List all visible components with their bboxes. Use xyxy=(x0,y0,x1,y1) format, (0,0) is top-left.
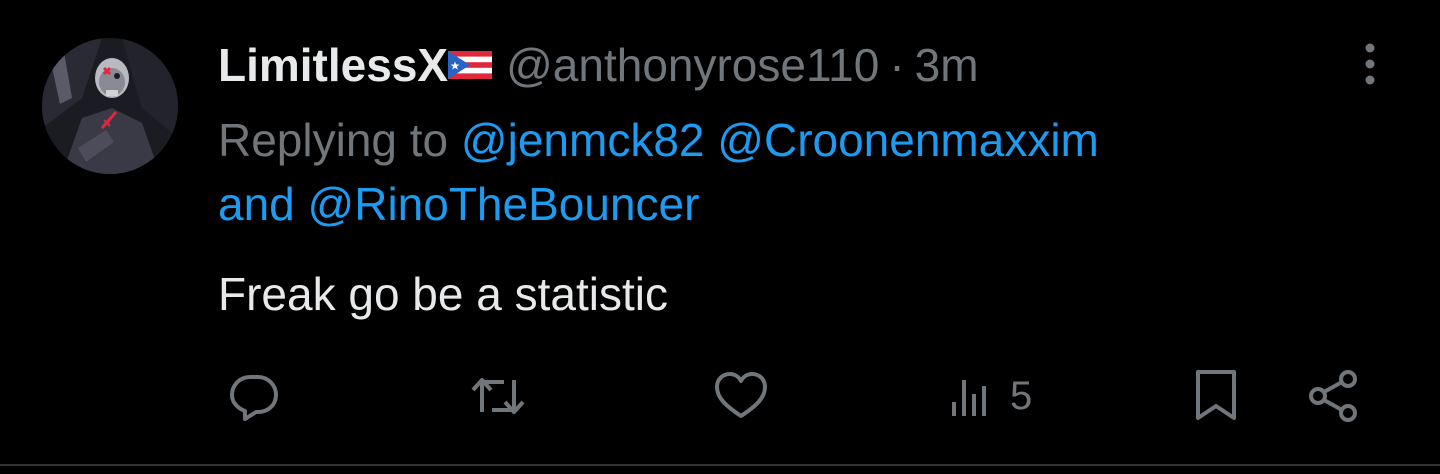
share-icon xyxy=(1304,368,1364,424)
display-name[interactable]: LimitlessX xyxy=(218,36,448,94)
reply-icon xyxy=(226,368,282,424)
retweet-button[interactable] xyxy=(468,368,528,424)
heart-icon xyxy=(712,368,770,424)
divider xyxy=(0,464,1440,466)
puerto-rico-flag-icon xyxy=(448,43,493,87)
retweet-icon xyxy=(468,368,528,424)
avatar[interactable] xyxy=(42,38,178,174)
bookmark-button[interactable] xyxy=(1192,368,1240,424)
bookmark-icon xyxy=(1192,368,1240,424)
views-icon xyxy=(950,368,998,424)
user-handle[interactable]: @anthonyrose110 xyxy=(506,36,879,94)
tweet[interactable]: LimitlessX @anthonyrose110 · 3m Replying… xyxy=(0,0,1440,474)
replying-to-line: Replying to @jenmck82 @Croonenmaxxim and… xyxy=(218,108,1338,236)
more-vertical-icon[interactable] xyxy=(1352,40,1388,88)
timestamp[interactable]: 3m xyxy=(915,36,979,94)
like-button[interactable] xyxy=(712,368,770,424)
reply-joiner[interactable]: and xyxy=(218,178,295,230)
share-button[interactable] xyxy=(1304,368,1364,424)
tweet-text: Freak go be a statistic xyxy=(218,268,668,320)
views-count: 5 xyxy=(1010,374,1033,418)
reply-prefix: Replying to xyxy=(218,114,449,166)
tweet-header: LimitlessX @anthonyrose110 · 3m xyxy=(218,36,979,94)
mention-link[interactable]: @Croonenmaxxim xyxy=(717,114,1099,166)
separator-dot: · xyxy=(889,39,905,91)
mention-link[interactable]: @jenmck82 xyxy=(461,114,705,166)
mention-link[interactable]: @RinoTheBouncer xyxy=(308,178,700,230)
views-button[interactable]: 5 xyxy=(950,368,1032,424)
reply-button[interactable] xyxy=(226,368,282,424)
